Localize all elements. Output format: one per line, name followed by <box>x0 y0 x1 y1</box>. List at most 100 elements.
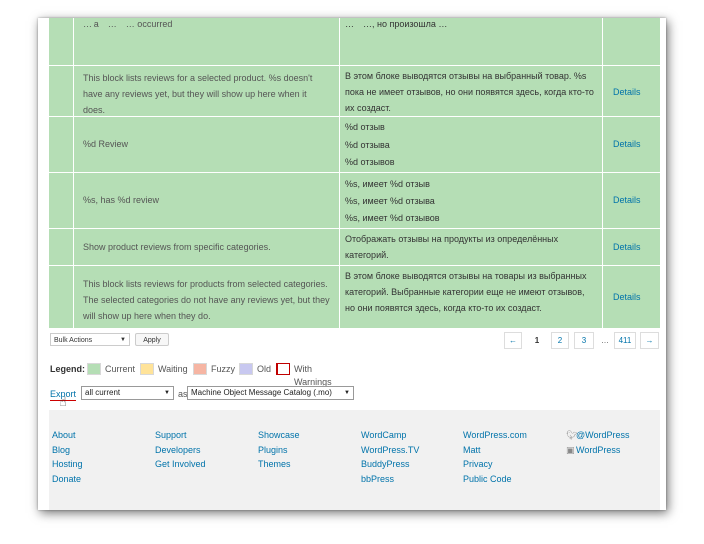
footer-link-matt[interactable]: Matt <box>463 443 527 458</box>
translation-cell: В этом блоке выводятся отзывы на товары … <box>340 266 603 328</box>
footer-link-buddypress[interactable]: BuddyPress <box>361 457 419 472</box>
legend-label-old: Old <box>257 364 272 374</box>
translation-text: %s, имеет %d отзыва <box>345 196 435 206</box>
footer-link-about[interactable]: About <box>52 428 83 443</box>
table-row: This block lists reviews for a selected … <box>49 66 660 117</box>
export-filter-select[interactable]: all current ▼ <box>81 386 174 400</box>
site-footer: About Blog Hosting Donate Support Develo… <box>49 410 660 510</box>
export-filter-value: all current <box>85 388 121 397</box>
footer-column-5: WordPress.com Matt Privacy Public Code <box>463 428 527 486</box>
footer-link-blog[interactable]: Blog <box>52 443 83 458</box>
footer-column-1: About Blog Hosting Donate <box>52 428 83 486</box>
footer-link-donate[interactable]: Donate <box>52 472 83 487</box>
footer-link-wordpress-tv[interactable]: WordPress.TV <box>361 443 419 458</box>
translation-cell: В этом блоке выводятся отзывы на выбранн… <box>340 66 603 116</box>
details-link[interactable]: Details <box>613 84 641 100</box>
footer-link-showcase[interactable]: Showcase <box>258 428 300 443</box>
footer-twitter-label: @WordPress <box>576 430 630 440</box>
translation-text: %d отзыв <box>345 122 385 132</box>
footer-link-plugins[interactable]: Plugins <box>258 443 300 458</box>
footer-link-get-involved[interactable]: Get Involved <box>155 457 206 472</box>
footer-facebook-label: WordPress <box>576 444 621 455</box>
translation-cell: … …, но произошла … <box>340 18 603 65</box>
chevron-down-icon: ▼ <box>164 390 170 396</box>
details-link[interactable]: Details <box>613 239 641 255</box>
hand-cursor-icon: ☝ <box>59 394 67 409</box>
translation-text: %d отзывов <box>345 157 395 167</box>
footer-column-3: Showcase Plugins Themes <box>258 428 300 472</box>
footer-link-wordcamp[interactable]: WordCamp <box>361 428 419 443</box>
details-link[interactable]: Details <box>613 289 641 305</box>
pagination-prev[interactable]: ← <box>504 332 522 349</box>
original-text: Show product reviews from specific categ… <box>83 242 271 252</box>
original-cell: %s, has %d review <box>73 173 340 228</box>
facebook-icon: ▣ <box>566 444 575 455</box>
twitter-icon: 🐦︎ <box>566 430 578 440</box>
apply-button[interactable]: Apply <box>135 333 169 346</box>
row-checkbox-cell <box>49 18 74 65</box>
row-checkbox-cell <box>49 173 74 228</box>
footer-link-public-code[interactable]: Public Code <box>463 472 527 487</box>
original-cell: This block lists reviews for products fr… <box>73 266 340 328</box>
details-link[interactable]: Details <box>613 192 641 208</box>
actions-cell: Details <box>603 229 660 265</box>
pagination-page-3[interactable]: 3 <box>574 332 594 349</box>
footer-link-twitter[interactable]: 🐦︎@WordPress <box>566 428 629 443</box>
table-row: %d Review %d отзыв %d отзыва %d отзывов Deta… <box>49 117 660 173</box>
translation-text: … …, но произошла … <box>345 19 448 29</box>
footer-link-privacy[interactable]: Privacy <box>463 457 527 472</box>
pagination-next[interactable]: → <box>640 332 659 349</box>
footer-column-4: WordCamp WordPress.TV BuddyPress bbPress <box>361 428 419 486</box>
original-cell: %d Review <box>73 117 340 172</box>
export-format-select[interactable]: Machine Object Message Catalog (.mo) ▼ <box>187 386 354 400</box>
legend-swatch-warnings <box>276 363 290 375</box>
footer-link-facebook[interactable]: ▣WordPress <box>566 443 629 458</box>
legend-swatch-old <box>239 363 253 375</box>
footer-link-developers[interactable]: Developers <box>155 443 206 458</box>
footer-column-2: Support Developers Get Involved <box>155 428 206 472</box>
bulk-actions-select[interactable]: Bulk Actions ▼ <box>50 333 130 346</box>
legend-swatch-fuzzy <box>193 363 207 375</box>
pagination-page-1: 1 <box>529 332 545 349</box>
legend-label-fuzzy: Fuzzy <box>211 364 236 374</box>
screenshot-card: … a … … occurred … …, но произошла … This … <box>38 18 666 510</box>
footer-link-hosting[interactable]: Hosting <box>52 457 83 472</box>
translation-text: %s, имеет %d отзывов <box>345 213 440 223</box>
footer-link-themes[interactable]: Themes <box>258 457 300 472</box>
translation-text: Отображать отзывы на продукты из определ… <box>345 234 559 260</box>
translation-text: %d отзыва <box>345 140 390 150</box>
legend-label-current: Current <box>105 364 136 374</box>
original-cell: This block lists reviews for a selected … <box>73 66 340 116</box>
row-checkbox-cell <box>49 229 74 265</box>
footer-link-wordpress-com[interactable]: WordPress.com <box>463 428 527 443</box>
original-text: %s, has %d review <box>83 195 160 205</box>
pagination-last[interactable]: 411 <box>614 332 636 349</box>
legend-label-waiting: Waiting <box>158 364 188 374</box>
row-checkbox-cell <box>49 117 74 172</box>
original-text: This block lists reviews for a selected … <box>83 73 313 115</box>
table-row: … a … … occurred … …, но произошла … <box>49 18 660 66</box>
row-checkbox-cell <box>49 266 74 328</box>
footer-column-6: 🐦︎@WordPress ▣WordPress <box>566 428 629 457</box>
translation-cell: Отображать отзывы на продукты из определ… <box>340 229 603 265</box>
original-text: This block lists reviews for products fr… <box>83 279 330 321</box>
actions-cell: Details <box>603 266 660 328</box>
row-checkbox-cell <box>49 66 74 116</box>
details-link[interactable]: Details <box>613 136 641 152</box>
footer-link-bbpress[interactable]: bbPress <box>361 472 419 487</box>
pagination-ellipsis: … <box>597 332 613 349</box>
original-cell: … a … … occurred <box>73 18 340 65</box>
translation-text: В этом блоке выводятся отзывы на товары … <box>345 271 587 313</box>
export-format-value: Machine Object Message Catalog (.mo) <box>191 388 332 397</box>
translation-text: %s, имеет %d отзыв <box>345 179 430 189</box>
translation-cell: %d отзыв %d отзыва %d отзывов <box>340 117 603 172</box>
original-cell: Show product reviews from specific categ… <box>73 229 340 265</box>
original-text: %d Review <box>83 139 129 149</box>
chevron-down-icon: ▼ <box>344 390 350 396</box>
footer-link-support[interactable]: Support <box>155 428 206 443</box>
table-row: %s, has %d review %s, имеет %d отзыв %s, и… <box>49 173 660 229</box>
legend-swatch-current <box>87 363 101 375</box>
original-text: … a … … occurred <box>83 19 173 29</box>
pagination-page-2[interactable]: 2 <box>551 332 569 349</box>
actions-cell <box>603 18 660 65</box>
